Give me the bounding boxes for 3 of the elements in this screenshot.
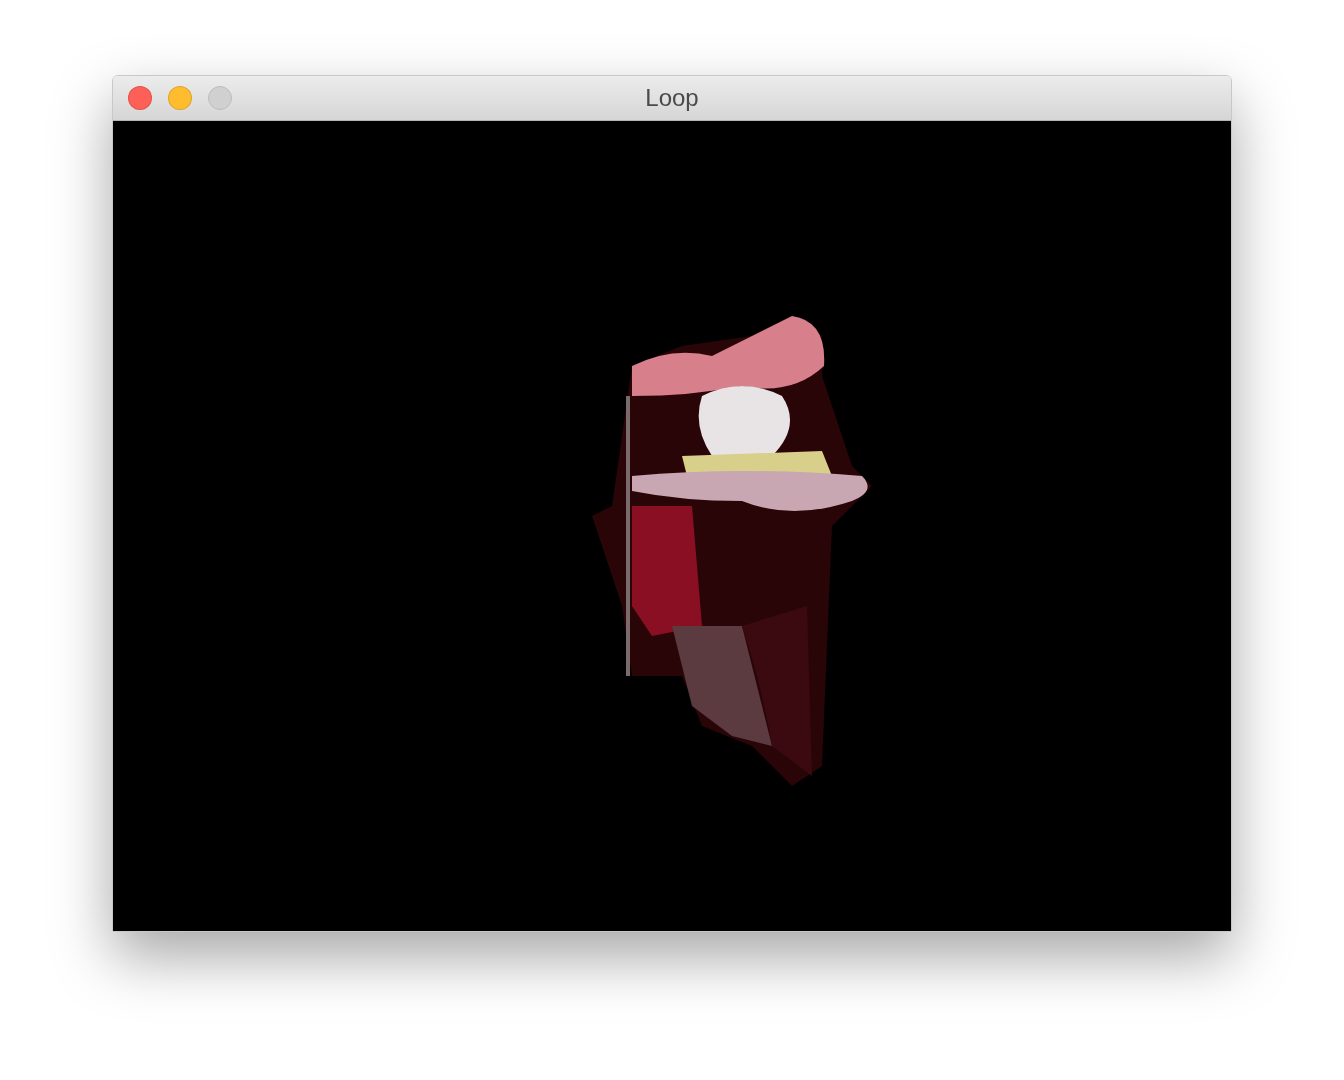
minimize-button[interactable]	[168, 86, 192, 110]
close-button[interactable]	[128, 86, 152, 110]
window-title: Loop	[645, 84, 699, 112]
